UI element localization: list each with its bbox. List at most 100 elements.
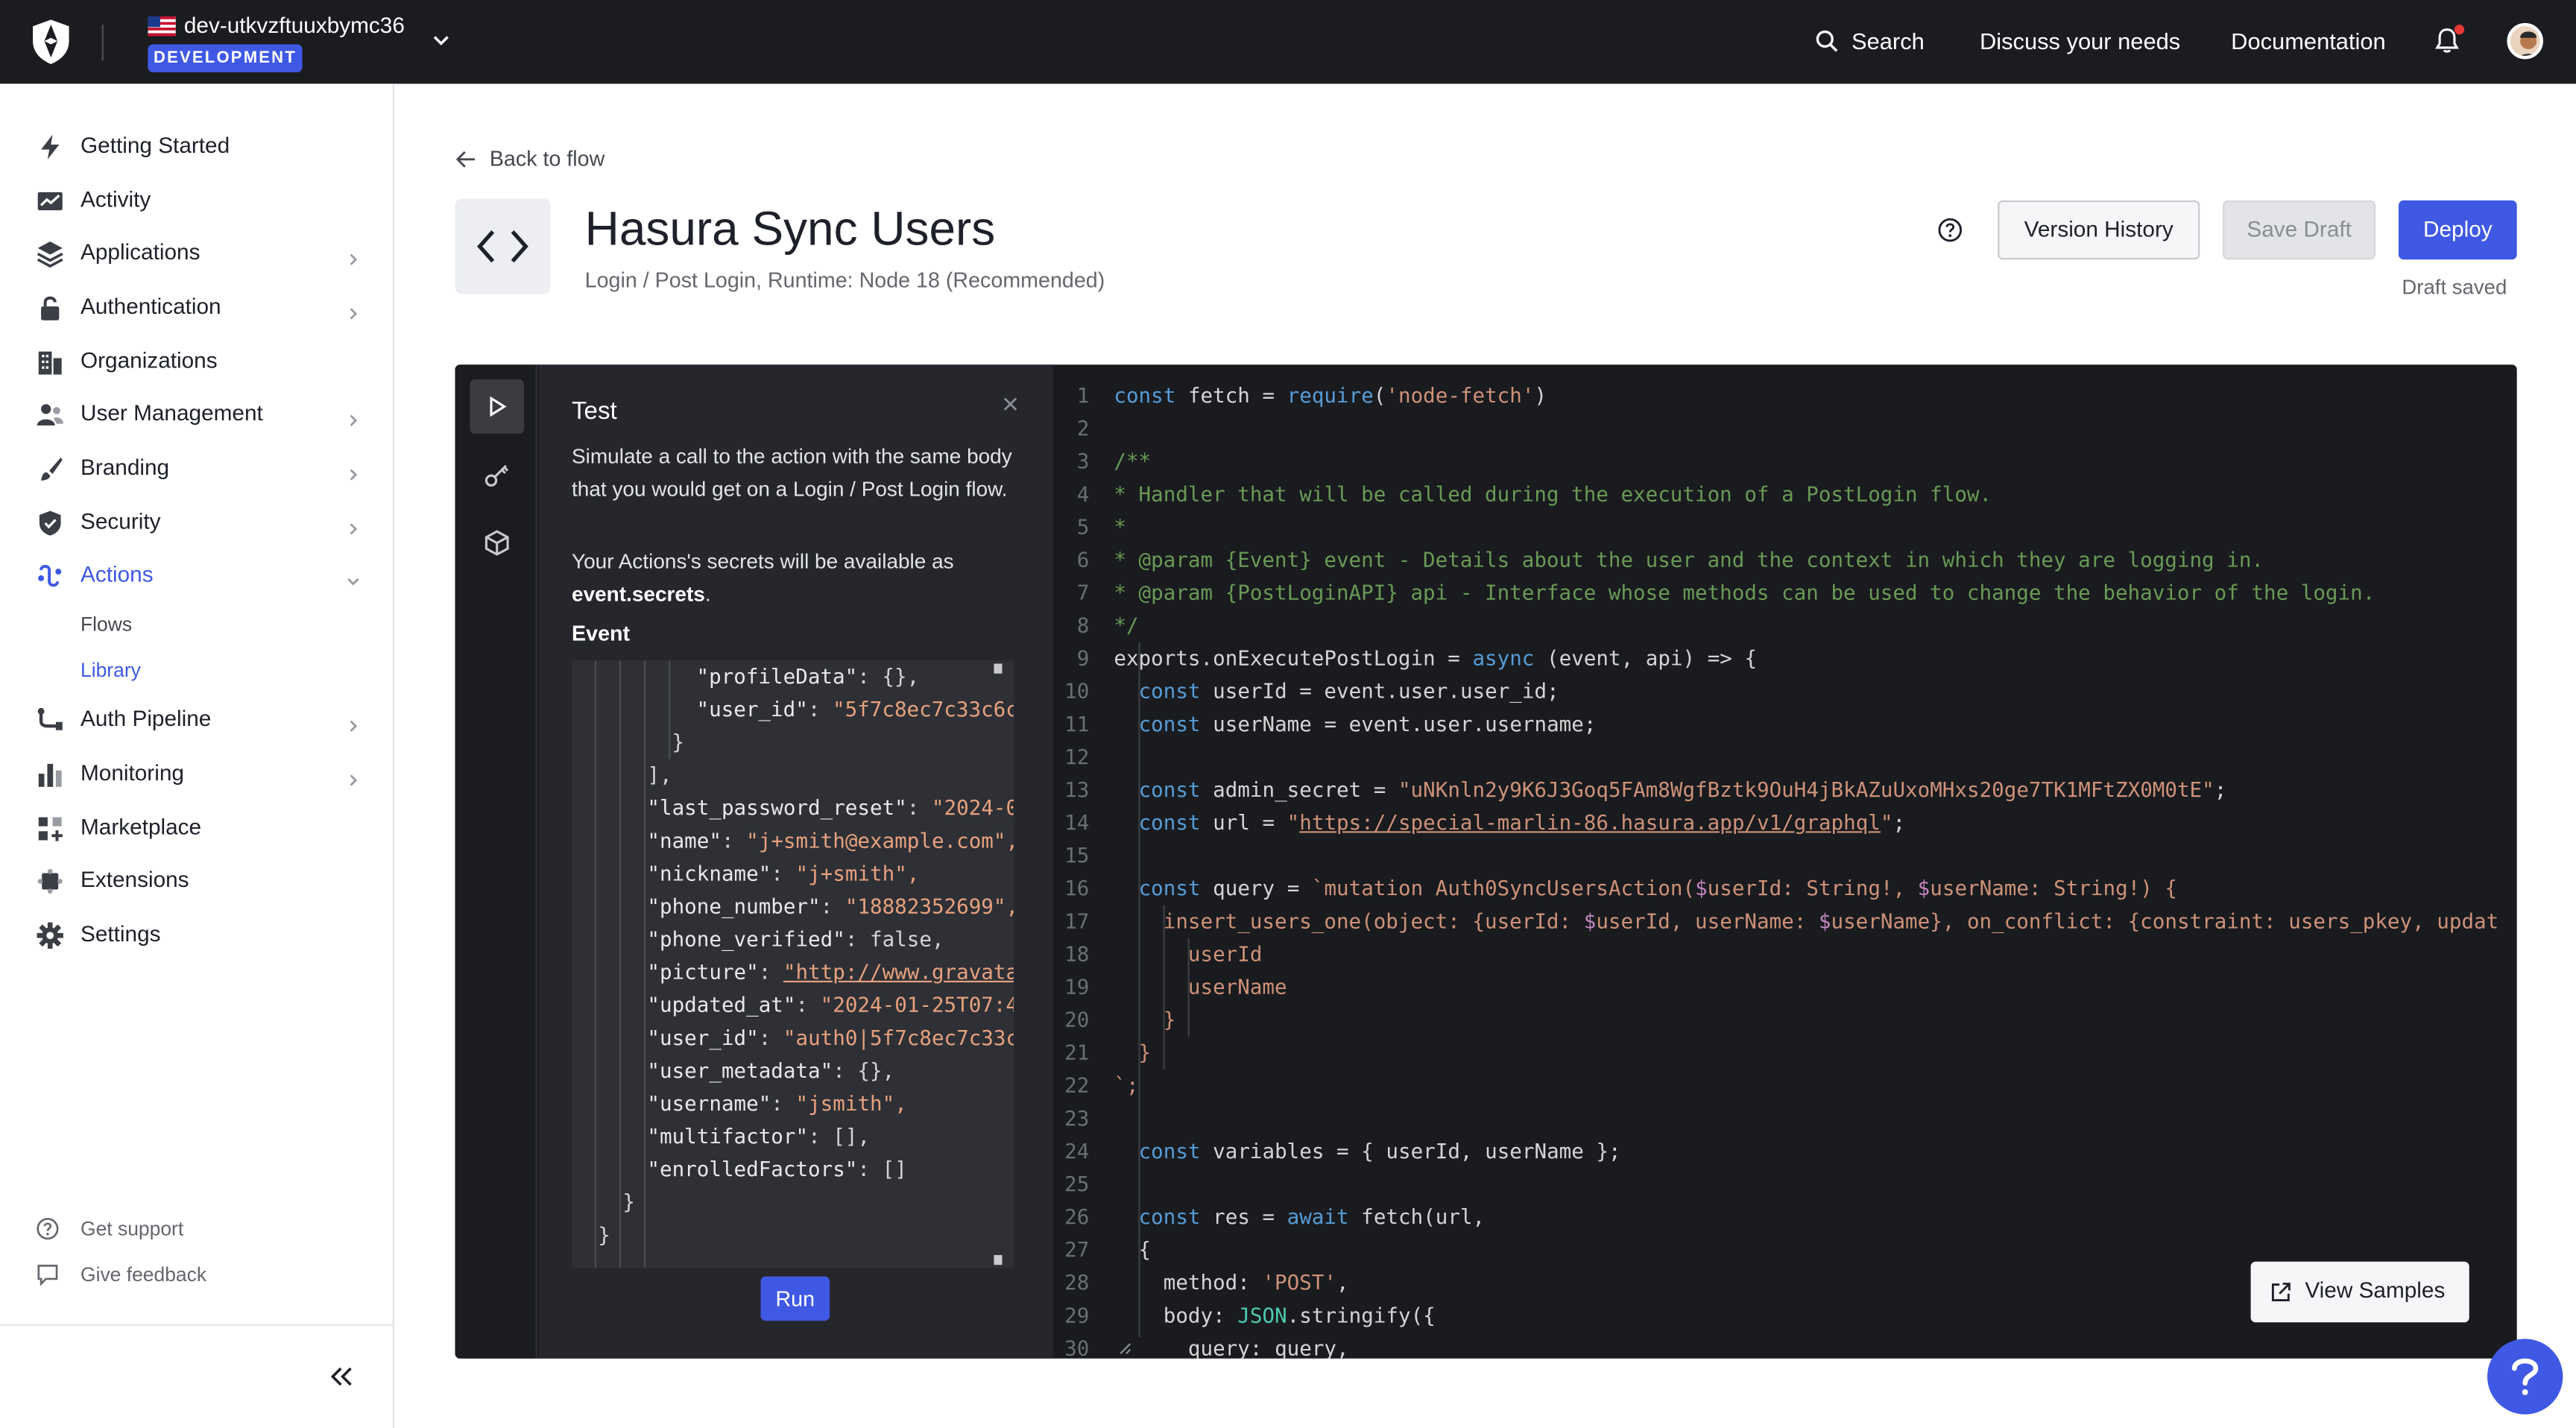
help-circle-icon[interactable] [1937,217,1963,243]
json-line: "user_id": "5f7c8ec7c33c6c [696,696,1014,721]
editor-tool-strip [455,364,537,1359]
package-icon [483,529,511,557]
code-line: 11 const userName = event.user.username; [1053,708,2517,741]
line-number: 3 [1076,448,1090,473]
json-line: "phone_verified": false, [647,926,944,952]
json-line: } [622,1189,635,1214]
chevron-down-icon[interactable] [430,30,452,51]
sidebar-item-organizations[interactable]: Organizations [0,337,393,386]
json-line: "last_password_reset": "2024-0 [647,794,1014,820]
line-number: 4 [1076,481,1090,506]
line-number: 12 [1064,744,1090,769]
view-samples-button[interactable]: View Samples [2250,1261,2469,1323]
chevron-right-icon [338,765,366,793]
building-icon [36,348,63,376]
line-number: 19 [1064,974,1090,999]
sidebar-item-authentication[interactable]: Authentication [0,282,393,332]
sidebar-item-label: Getting Started [80,133,230,158]
feedback-icon [36,1263,59,1286]
line-number: 2 [1076,415,1090,440]
search-link[interactable]: Search [1852,28,1925,54]
chevron-right-icon [338,460,366,487]
shield-icon [36,509,63,537]
event-json-editor[interactable]: "profileData": {}, "user_id": "5f7c8ec7c3… [572,660,1014,1269]
tenant-name[interactable]: dev-utkvzftuuxbymc36 [184,13,405,38]
sidebar-item-activity[interactable]: Activity [0,176,393,225]
indent-guide [669,660,671,759]
version-history-button[interactable]: Version History [1998,200,2200,260]
collapse-sidebar-icon[interactable] [329,1365,355,1388]
line-number: 9 [1076,645,1090,671]
sidebar-item-auth-pipeline[interactable]: Auth Pipeline [0,695,393,744]
json-line: "phone_number": "18882352699", [647,894,1014,919]
pipeline-icon [36,707,63,734]
code-line: 15 [1053,839,2517,872]
code-icon [476,225,529,268]
scroll-handle[interactable] [994,1254,1003,1266]
test-tab-button[interactable] [470,379,525,434]
sidebar-item-getting-started[interactable]: Getting Started [0,121,393,171]
code-text: exports.onExecutePostLogin = async (even… [1114,645,1758,671]
code-line: 24 const variables = { userId, userName … [1053,1135,2517,1168]
code-line: 19 userName [1053,971,2517,1004]
search-icon[interactable] [1816,30,1839,53]
code-line: 2 [1053,412,2517,445]
sidebar-item-label: Security [80,509,161,534]
key-icon [483,461,511,489]
code-line: 5 * [1053,511,2517,543]
users-icon [36,401,63,429]
arrow-left-icon [455,150,477,169]
json-line: ], [647,762,672,787]
scroll-handle[interactable] [994,663,1003,674]
external-link-icon [2270,1281,2292,1303]
line-number: 7 [1076,580,1090,605]
line-number: 14 [1064,809,1090,835]
indent-guide [644,660,646,1269]
indent-guide [1187,938,1190,1037]
deploy-button[interactable]: Deploy [2398,200,2517,260]
line-number: 29 [1064,1302,1090,1327]
line-number: 27 [1064,1236,1090,1262]
sidebar-item-marketplace[interactable]: Marketplace [0,803,393,853]
sidebar-item-label: Extensions [80,867,189,892]
run-button[interactable]: Run [760,1276,830,1321]
sidebar-item-applications[interactable]: Applications [0,228,393,277]
sidebar-item-settings[interactable]: Settings [0,910,393,959]
sidebar-item-actions[interactable]: Actions [0,550,393,599]
sidebar-item-extensions[interactable]: Extensions [0,856,393,905]
code-text: * [1114,514,1126,539]
sidebar-item-user-management[interactable]: User Management [0,389,393,438]
dependencies-tab-button[interactable] [470,516,524,570]
json-line: } [598,1222,610,1247]
line-number: 5 [1076,514,1090,539]
documentation-link[interactable]: Documentation [2231,28,2386,54]
code-editor[interactable]: 1 const fetch = require('node-fetch') 2 3/*… [1053,364,2517,1359]
save-draft-button[interactable]: Save Draft [2223,200,2376,260]
code-text: * @param {Event} event - Details about t… [1114,546,2264,572]
avatar[interactable] [2507,22,2543,60]
close-icon[interactable] [1003,396,1019,412]
auth0-logo-icon[interactable] [31,19,71,64]
sidebar-item-branding[interactable]: Branding [0,443,393,493]
question-mark-icon [2509,1357,2542,1397]
code-text: */ [1114,613,1139,638]
code-text: body: JSON.stringify({ [1163,1302,1436,1327]
sidebar-item-security[interactable]: Security [0,498,393,547]
sidebar-subitem-library[interactable]: Library [80,659,141,682]
code-line: 6 * @param {Event} event - Details about … [1053,544,2517,577]
code-text: } [1114,1040,1152,1065]
bar-chart-icon [36,760,63,788]
sidebar-item-monitoring[interactable]: Monitoring [0,749,393,798]
code-text: } [1114,1007,1176,1032]
code-line: 7 * @param {PostLoginAPI} api - Interface… [1053,577,2517,610]
help-chat-button[interactable] [2487,1339,2563,1415]
discuss-link[interactable]: Discuss your needs [1980,28,2180,54]
code-text: query: query, [1187,1335,1349,1359]
code-line: 4 * Handler that will be called during th… [1053,478,2517,511]
code-text: const url = "https://special-marlin-86.h… [1138,809,1906,835]
secrets-tab-button[interactable] [470,449,524,503]
page-title: Hasura Sync Users [584,203,996,256]
sidebar-subitem-flows[interactable]: Flows [80,613,132,636]
json-line: "profileData": {}, [696,663,920,689]
code-line: 30 query: query, [1053,1333,2517,1359]
